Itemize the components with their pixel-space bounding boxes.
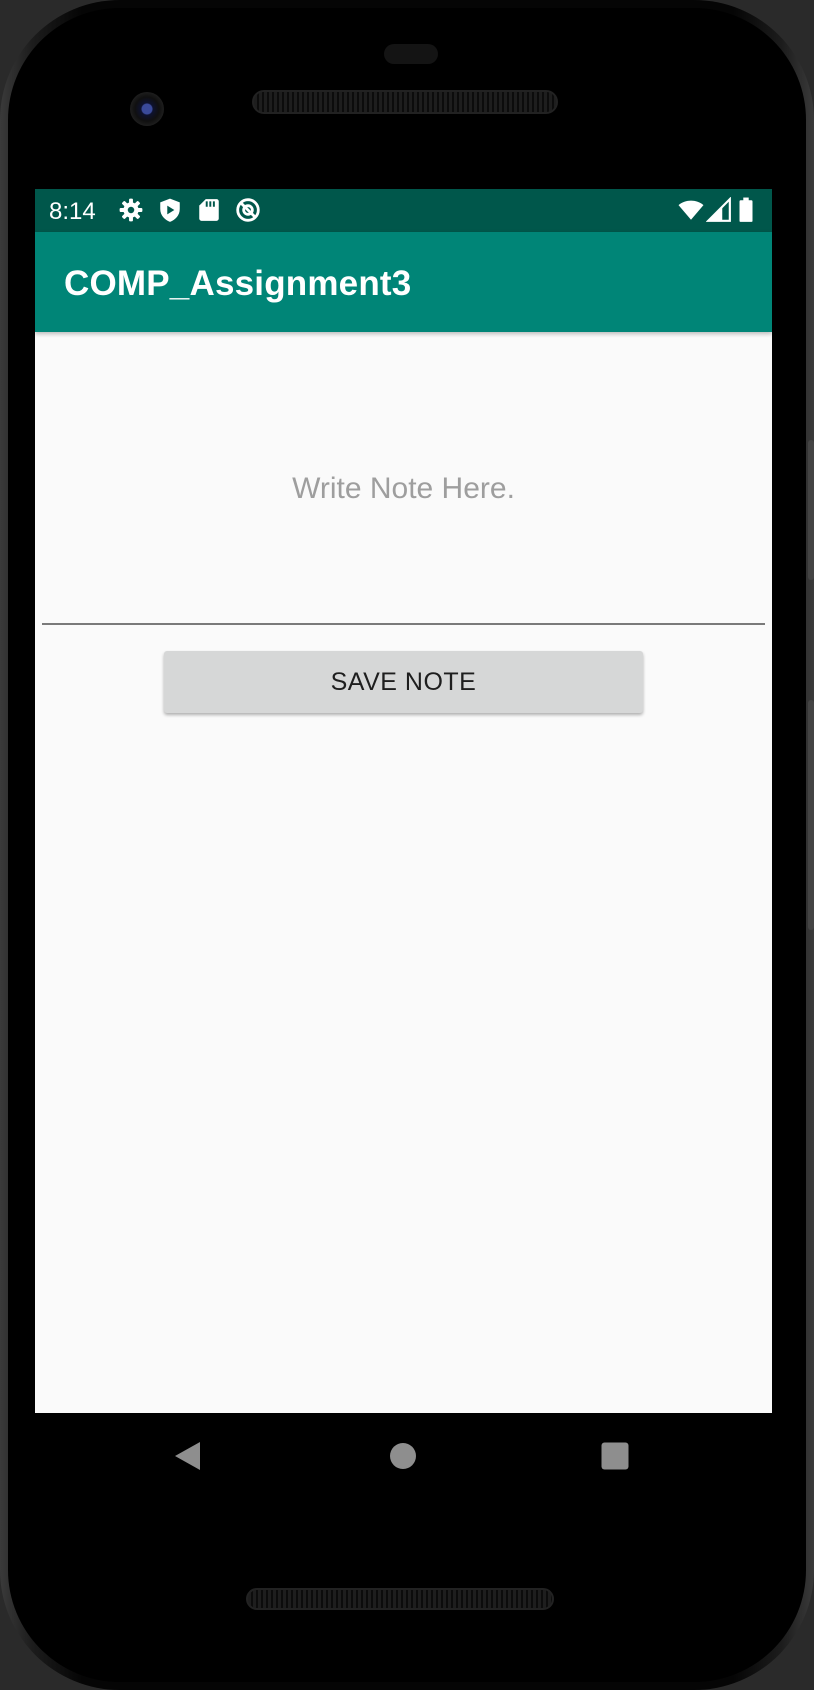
phone-frame: 8:14 COMP_Assignment3 Write Note Here. S… xyxy=(0,0,814,1690)
home-button[interactable] xyxy=(376,1429,430,1483)
at-sign-icon xyxy=(236,198,260,222)
status-bar: 8:14 xyxy=(35,189,772,232)
power-button xyxy=(808,700,814,930)
sensor-slot xyxy=(384,44,438,64)
recents-button[interactable] xyxy=(588,1429,642,1483)
battery-icon xyxy=(739,197,753,222)
back-icon xyxy=(175,1442,200,1470)
settings-icon xyxy=(119,198,143,222)
navigation-bar xyxy=(35,1413,772,1499)
bottom-speaker xyxy=(246,1588,554,1610)
back-button[interactable] xyxy=(161,1429,215,1483)
app-bar: COMP_Assignment3 xyxy=(35,232,772,332)
app-screen: 8:14 COMP_Assignment3 Write Note Here. S… xyxy=(35,189,772,1413)
app-title: COMP_Assignment3 xyxy=(64,264,412,303)
earpiece-speaker xyxy=(252,90,558,114)
note-input[interactable] xyxy=(42,359,765,625)
status-time: 8:14 xyxy=(49,198,96,225)
shield-icon xyxy=(160,198,180,222)
wifi-icon xyxy=(678,200,704,220)
cellular-signal-icon xyxy=(706,197,731,222)
home-icon xyxy=(390,1443,416,1469)
front-camera xyxy=(130,92,164,126)
recents-icon xyxy=(601,1442,629,1470)
volume-button xyxy=(808,440,814,580)
save-note-button[interactable]: SAVE NOTE xyxy=(164,651,643,713)
sd-card-icon xyxy=(199,199,219,221)
